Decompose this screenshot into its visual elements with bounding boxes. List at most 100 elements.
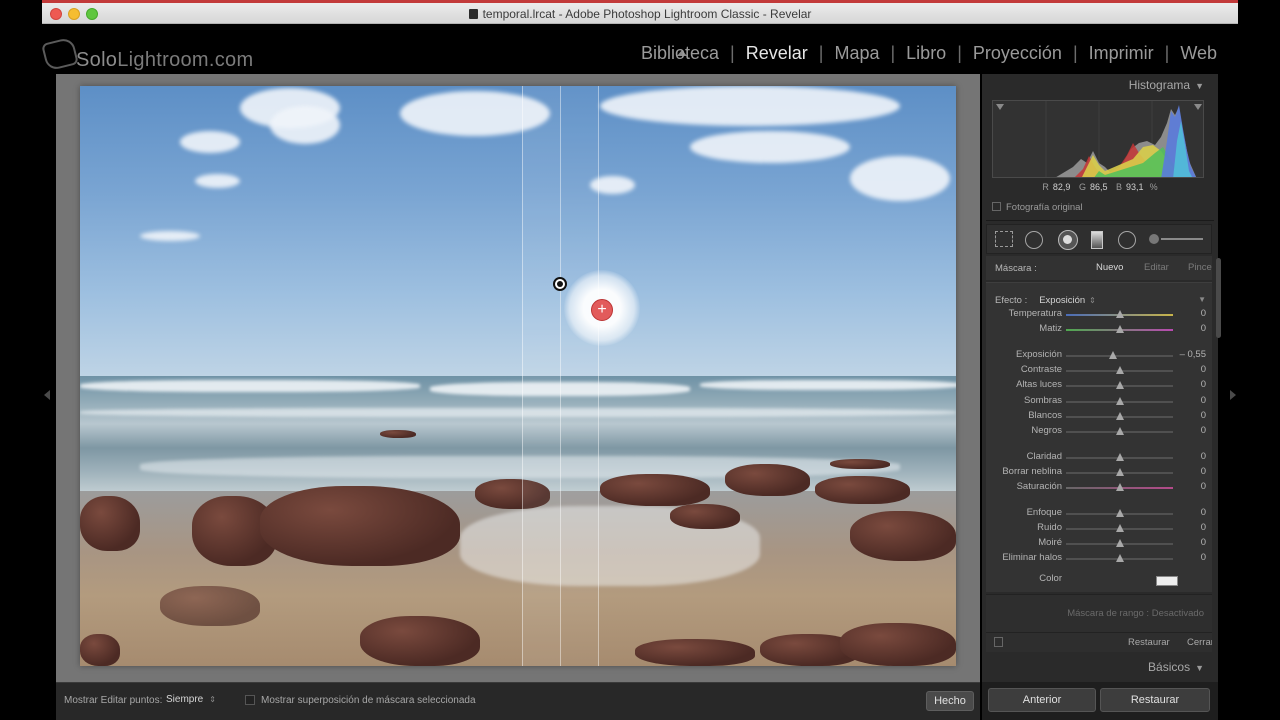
slider-track[interactable]	[1066, 325, 1173, 333]
panel-scrollbar[interactable]	[1216, 258, 1221, 338]
mask-edit-button[interactable]: Editar	[1144, 262, 1169, 273]
histogram-graph	[996, 101, 1202, 177]
document-icon	[468, 9, 478, 19]
original-photo-checkbox[interactable]	[992, 202, 1001, 211]
slider-thumb[interactable]	[1115, 524, 1124, 532]
crop-tool-icon[interactable]	[995, 231, 1013, 247]
slider-value[interactable]: 0	[1201, 522, 1206, 533]
range-mask-select[interactable]: Máscara de rango : Desactivado	[1067, 608, 1204, 619]
slider-value[interactable]: 0	[1201, 466, 1206, 477]
slider-track[interactable]	[1066, 397, 1173, 405]
radial-filter-tool-icon[interactable]	[1118, 231, 1136, 249]
slider-thumb[interactable]	[1115, 483, 1124, 491]
b-value: 93,1	[1126, 182, 1144, 192]
histogram[interactable]	[992, 100, 1204, 178]
slider-value[interactable]: 0	[1201, 481, 1206, 492]
basics-panel-header[interactable]: Básicos ▼	[1148, 660, 1204, 674]
effect-select[interactable]: Efecto : Exposición ⇕	[995, 295, 1096, 306]
slider-track[interactable]	[1066, 509, 1173, 517]
slider-thumb[interactable]	[1115, 427, 1124, 435]
slider-track[interactable]	[1066, 427, 1173, 435]
slider-thumb[interactable]	[1115, 539, 1124, 547]
effect-menu-triangle-icon[interactable]: ▼	[1198, 295, 1206, 304]
slider-value[interactable]: 0	[1201, 552, 1206, 563]
module-proyeccion[interactable]: Proyección	[962, 43, 1073, 64]
gradient-end-line[interactable]	[598, 86, 599, 666]
adjustment-brush-tool-icon[interactable]	[1149, 234, 1203, 244]
slider-thumb[interactable]	[1115, 412, 1124, 420]
slider-track[interactable]	[1066, 524, 1173, 532]
slider-thumb[interactable]	[1115, 310, 1124, 318]
slider-thumb[interactable]	[1115, 325, 1124, 333]
slider-value[interactable]: 0	[1201, 395, 1206, 406]
slider-exposicion: Exposición – 0,55	[986, 349, 1212, 363]
slider-track[interactable]	[1066, 351, 1173, 359]
tool-strip	[986, 224, 1212, 254]
module-revelar[interactable]: Revelar	[735, 43, 819, 64]
reset-button[interactable]: Restaurar	[1100, 688, 1210, 712]
slider-track[interactable]	[1066, 483, 1173, 491]
slider-value[interactable]: 0	[1201, 364, 1206, 375]
graduated-filter-tool-icon[interactable]	[1091, 231, 1103, 249]
right-panel-toggle-icon[interactable]	[1230, 390, 1236, 400]
module-mapa[interactable]: Mapa	[823, 43, 890, 64]
module-web[interactable]: Web	[1169, 43, 1228, 64]
panel-close-button[interactable]: Cerrar	[1187, 637, 1212, 648]
slider-thumb[interactable]	[1115, 381, 1124, 389]
slider-thumb[interactable]	[1109, 351, 1118, 359]
slider-value[interactable]: 0	[1201, 308, 1206, 319]
slider-value[interactable]: 0	[1201, 507, 1206, 518]
slider-value[interactable]: 0	[1201, 379, 1206, 390]
left-panel-toggle-icon[interactable]	[44, 390, 50, 400]
slider-label: Exposición	[1016, 349, 1062, 360]
slider-label: Enfoque	[1026, 507, 1062, 518]
show-edit-points-value: Siempre	[166, 694, 204, 705]
slider-track[interactable]	[1066, 453, 1173, 461]
spot-removal-tool-icon[interactable]	[1025, 231, 1043, 249]
slider-value[interactable]: 0	[1201, 537, 1206, 548]
color-swatch[interactable]	[1156, 576, 1178, 586]
module-libro[interactable]: Libro	[895, 43, 957, 64]
slider-label: Moiré	[1038, 537, 1062, 548]
overlay-checkbox[interactable]	[245, 695, 255, 705]
slider-track[interactable]	[1066, 412, 1173, 420]
slider-thumb[interactable]	[1115, 468, 1124, 476]
slider-track[interactable]	[1066, 468, 1173, 476]
slider-thumb[interactable]	[1115, 366, 1124, 374]
slider-value[interactable]: 0	[1201, 323, 1206, 334]
slider-thumb[interactable]	[1115, 453, 1124, 461]
slider-thumb[interactable]	[1115, 509, 1124, 517]
module-imprimir[interactable]: Imprimir	[1078, 43, 1165, 64]
panel-reset-button[interactable]: Restaurar	[1128, 637, 1170, 648]
rgb-unit: %	[1149, 182, 1158, 192]
original-photo-toggle[interactable]: Fotografía original	[992, 202, 1083, 213]
red-eye-tool-icon[interactable]	[1058, 230, 1078, 250]
active-edit-pin[interactable]: +	[591, 299, 613, 321]
edit-pin[interactable]	[553, 277, 567, 291]
mask-brush-button[interactable]: Pincel	[1188, 262, 1212, 273]
previous-button[interactable]: Anterior	[988, 688, 1096, 712]
slider-value[interactable]: 0	[1201, 451, 1206, 462]
slider-contraste: Contraste 0	[986, 364, 1212, 378]
slider-track[interactable]	[1066, 310, 1173, 318]
slider-track[interactable]	[1066, 381, 1173, 389]
slider-track[interactable]	[1066, 366, 1173, 374]
logo-text: SoloLightroom.com	[76, 49, 253, 72]
mask-new-button[interactable]: Nuevo	[1096, 262, 1123, 273]
show-edit-points-select[interactable]: Siempre ⇕	[166, 694, 216, 705]
panel-toggle-switch[interactable]	[994, 637, 1003, 647]
gradient-center-line[interactable]	[560, 86, 561, 666]
slider-track[interactable]	[1066, 554, 1173, 562]
slider-value[interactable]: – 0,55	[1180, 349, 1206, 360]
photo-preview[interactable]: +	[80, 86, 956, 666]
slider-value[interactable]: 0	[1201, 410, 1206, 421]
done-button[interactable]: Hecho	[926, 691, 974, 711]
histogram-header[interactable]: Histograma ▼	[1129, 78, 1204, 92]
slider-value[interactable]: 0	[1201, 425, 1206, 436]
module-biblioteca[interactable]: Biblioteca	[630, 43, 730, 64]
slider-thumb[interactable]	[1115, 554, 1124, 562]
gradient-start-line[interactable]	[522, 86, 523, 666]
photo-canvas[interactable]: +	[56, 74, 980, 682]
slider-thumb[interactable]	[1115, 397, 1124, 405]
slider-track[interactable]	[1066, 539, 1173, 547]
